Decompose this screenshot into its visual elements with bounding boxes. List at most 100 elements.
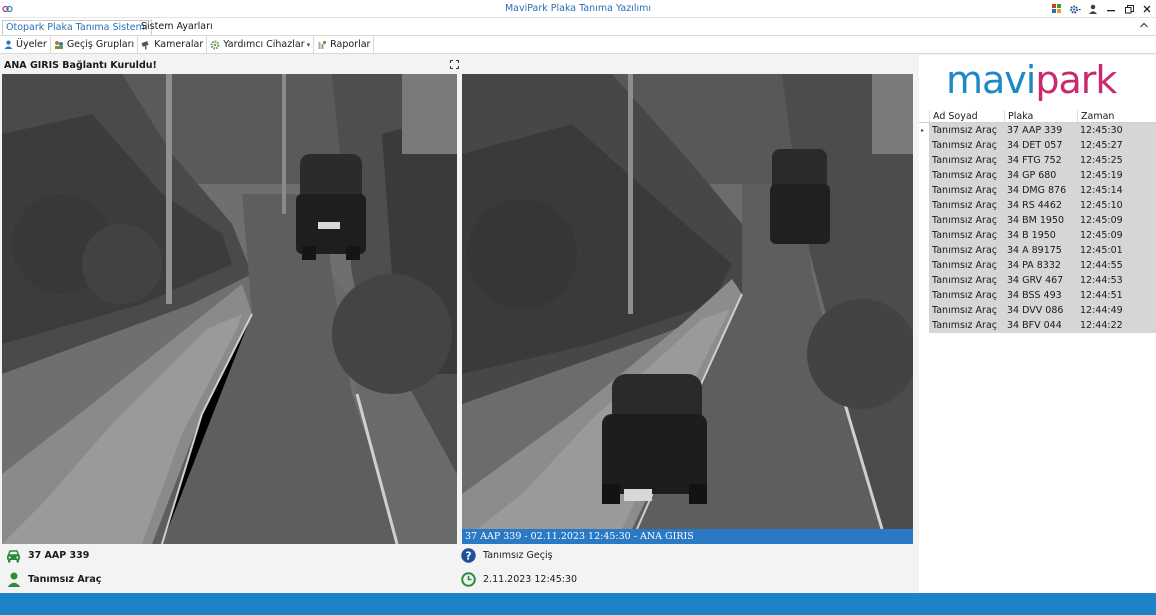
car-icon xyxy=(6,548,21,563)
table-row[interactable]: Tanımsız Araç 34 GP 680 12:45:19 xyxy=(919,168,1156,183)
pass-groups-button[interactable]: Geçiş Grupları xyxy=(51,36,139,53)
tab-plate-recognition[interactable]: Otopark Plaka Tanıma Sistemi xyxy=(2,20,152,35)
table-row[interactable]: ▸ Tanımsız Araç 37 AAP 339 12:45:30 xyxy=(919,123,1156,138)
row-selector xyxy=(919,213,929,228)
table-row[interactable]: Tanımsız Araç 34 BSS 493 12:44:51 xyxy=(919,288,1156,303)
live-camera-view xyxy=(2,74,457,544)
mavipark-logo: mavipark xyxy=(946,58,1117,102)
fullscreen-icon[interactable] xyxy=(450,60,459,69)
cell-name: Tanımsız Araç xyxy=(932,170,998,181)
cell-plate: 34 FTG 752 xyxy=(1007,155,1062,166)
table-row[interactable]: Tanımsız Araç 34 RS 4462 12:45:10 xyxy=(919,198,1156,213)
cameras-label: Kameralar xyxy=(154,39,204,50)
apps-grid-icon[interactable] xyxy=(1048,0,1066,18)
cell-plate: 34 A 89175 xyxy=(1007,245,1062,256)
cell-plate: 34 PA 8332 xyxy=(1007,260,1061,271)
plate-info: 37 AAP 339 xyxy=(6,548,89,563)
cameras-button[interactable]: Kameralar xyxy=(138,36,208,53)
cell-time: 12:45:09 xyxy=(1080,215,1123,226)
close-icon[interactable] xyxy=(1138,0,1156,18)
members-label: Üyeler xyxy=(16,39,47,50)
members-button[interactable]: Üyeler xyxy=(0,36,51,53)
cell-name: Tanımsız Araç xyxy=(932,200,998,211)
tab-system-settings[interactable]: Sistem Ayarları xyxy=(138,20,216,35)
datetime-info: 2.11.2023 12:45:30 xyxy=(461,572,577,587)
groups-icon xyxy=(54,40,64,50)
row-selector xyxy=(919,198,929,213)
row-selector xyxy=(919,183,929,198)
chevron-down-icon: ▾ xyxy=(306,40,311,49)
column-header-name[interactable]: Ad Soyad xyxy=(929,110,1004,122)
window-title: MaviPark Plaka Tanıma Yazılımı xyxy=(504,3,652,14)
row-selector xyxy=(919,288,929,303)
column-header-time[interactable]: Zaman xyxy=(1077,110,1156,122)
cell-name: Tanımsız Araç xyxy=(932,320,998,331)
cell-plate: 34 B 1950 xyxy=(1007,230,1056,241)
cell-time: 12:45:27 xyxy=(1080,140,1123,151)
cell-name: Tanımsız Araç xyxy=(932,290,998,301)
row-selector xyxy=(919,318,929,333)
cell-time: 12:45:25 xyxy=(1080,155,1123,166)
table-row[interactable]: Tanımsız Araç 34 A 89175 12:45:01 xyxy=(919,243,1156,258)
owner-value: Tanımsız Araç xyxy=(28,574,102,585)
reports-button[interactable]: Raporlar xyxy=(314,36,375,53)
cell-name: Tanımsız Araç xyxy=(932,275,998,286)
row-selector xyxy=(919,228,929,243)
minimize-icon[interactable] xyxy=(1102,0,1120,18)
table-row[interactable]: Tanımsız Araç 34 DMG 876 12:45:14 xyxy=(919,183,1156,198)
cell-plate: 34 BM 1950 xyxy=(1007,215,1065,226)
cell-name: Tanımsız Araç xyxy=(932,185,998,196)
table-row[interactable]: Tanımsız Araç 34 GRV 467 12:44:53 xyxy=(919,273,1156,288)
collapse-ribbon-icon[interactable] xyxy=(1140,21,1148,30)
cell-name: Tanımsız Araç xyxy=(932,245,998,256)
aux-devices-label: Yardımcı Cihazlar xyxy=(223,39,305,50)
table-row[interactable]: Tanımsız Araç 34 B 1950 12:45:09 xyxy=(919,228,1156,243)
cell-name: Tanımsız Araç xyxy=(932,215,998,226)
status-bar xyxy=(0,593,1156,615)
cell-time: 12:44:51 xyxy=(1080,290,1123,301)
column-header-plate[interactable]: Plaka xyxy=(1004,110,1077,122)
svg-text:?: ? xyxy=(465,549,471,562)
cell-plate: 34 DMG 876 xyxy=(1007,185,1067,196)
cell-plate: 34 BSS 493 xyxy=(1007,290,1062,301)
cell-plate: 34 GP 680 xyxy=(1007,170,1057,181)
cell-name: Tanımsız Araç xyxy=(932,125,998,136)
cell-name: Tanımsız Araç xyxy=(932,230,998,241)
cell-name: Tanımsız Araç xyxy=(932,155,998,166)
aux-devices-dropdown[interactable]: Yardımcı Cihazlar ▾ xyxy=(207,36,315,53)
row-selector xyxy=(919,273,929,288)
table-body: ▸ Tanımsız Araç 37 AAP 339 12:45:30 Tanımsız… xyxy=(919,123,1156,333)
question-icon: ? xyxy=(461,548,476,563)
cell-plate: 34 DET 057 xyxy=(1007,140,1063,151)
reports-label: Raporlar xyxy=(330,39,371,50)
cell-time: 12:44:49 xyxy=(1080,305,1123,316)
cell-plate: 34 GRV 467 xyxy=(1007,275,1064,286)
plate-log-table: Ad Soyad Plaka Zaman ▸ Tanımsız Araç 37 AA… xyxy=(919,110,1156,333)
user-account-icon[interactable] xyxy=(1084,0,1102,18)
settings-gear-icon[interactable] xyxy=(1066,0,1084,18)
cell-time: 12:45:19 xyxy=(1080,170,1123,181)
table-row[interactable]: Tanımsız Araç 34 DVV 086 12:44:49 xyxy=(919,303,1156,318)
row-selector xyxy=(919,258,929,273)
restore-icon[interactable] xyxy=(1120,0,1138,18)
pass-groups-label: Geçiş Grupları xyxy=(66,39,135,50)
capture-camera-view xyxy=(462,74,913,529)
cell-time: 12:45:09 xyxy=(1080,230,1123,241)
table-row[interactable]: Tanımsız Araç 34 BFV 044 12:44:22 xyxy=(919,318,1156,333)
cell-time: 12:45:10 xyxy=(1080,200,1123,211)
owner-info: Tanımsız Araç xyxy=(6,572,101,587)
cell-time: 12:44:53 xyxy=(1080,275,1123,286)
row-indicator-icon: ▸ xyxy=(919,123,929,138)
capture-caption: 37 AAP 339 - 02.11.2023 12:45:30 - ANA G… xyxy=(462,529,913,544)
table-row[interactable]: Tanımsız Araç 34 BM 1950 12:45:09 xyxy=(919,213,1156,228)
row-selector xyxy=(919,168,929,183)
toolbar: Üyeler Geçiş Grupları Kameralar Yardımcı… xyxy=(0,35,1156,54)
table-row[interactable]: Tanımsız Araç 34 PA 8332 12:44:55 xyxy=(919,258,1156,273)
row-selector xyxy=(919,243,929,258)
table-row[interactable]: Tanımsız Araç 34 DET 057 12:45:27 xyxy=(919,138,1156,153)
table-row[interactable]: Tanımsız Araç 34 FTG 752 12:45:25 xyxy=(919,153,1156,168)
row-selector xyxy=(919,138,929,153)
capture-camera-image xyxy=(462,74,913,529)
datetime-value: 2.11.2023 12:45:30 xyxy=(483,574,578,585)
cell-time: 12:45:14 xyxy=(1080,185,1123,196)
